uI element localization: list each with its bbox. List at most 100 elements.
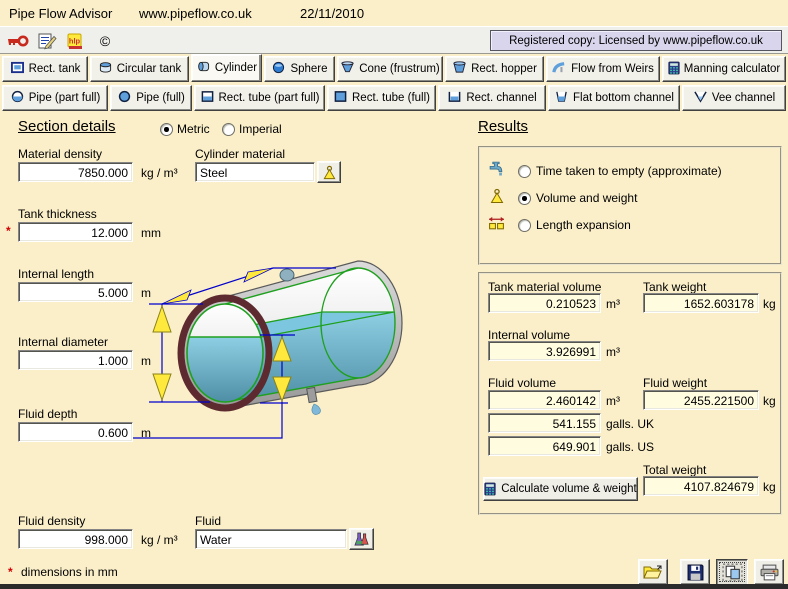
copyright-icon[interactable]: © <box>92 31 118 51</box>
rect-tank-icon <box>10 61 25 77</box>
fluid-density-input[interactable]: 998.000 <box>18 529 133 549</box>
metric-label: Metric <box>177 122 210 136</box>
internal-volume-label: Internal volume <box>488 328 570 342</box>
copy-icon <box>722 563 743 582</box>
tab-label: Pipe (full) <box>136 92 185 104</box>
tab-label: Manning calculator <box>684 63 781 75</box>
print-button[interactable] <box>754 559 784 585</box>
fluid-picker-button[interactable] <box>349 528 374 550</box>
rect-tube-full-icon <box>333 90 348 106</box>
results-heading: Results <box>478 118 528 135</box>
fluid-volume-us-unit: galls. US <box>606 440 654 454</box>
tab-manning-calculator[interactable]: Manning calculator <box>662 56 786 82</box>
tab-rect-tank[interactable]: Rect. tank <box>2 56 88 82</box>
tab-label: Vee channel <box>712 92 775 104</box>
tab-pipe-part-full[interactable]: Pipe (part full) <box>2 85 108 111</box>
svg-text:hlp: hlp <box>69 36 81 45</box>
tab-rect-channel[interactable]: Rect. channel <box>438 85 546 111</box>
tab-circular-tank[interactable]: Circular tank <box>90 56 189 82</box>
flask-icon <box>353 532 370 547</box>
cylinder-tank-diagram <box>90 258 470 458</box>
tab-label: Pipe (part full) <box>29 92 101 104</box>
total-weight-value: 4107.824679 <box>643 476 759 496</box>
help-icon[interactable]: hlp <box>62 31 88 51</box>
tab-label: Cone (frustrum) <box>359 63 440 75</box>
internal-volume-value: 3.926991 <box>488 341 601 361</box>
open-file-icon <box>643 564 663 580</box>
tab-rect-hopper[interactable]: Rect. hopper <box>445 56 544 82</box>
calculate-button[interactable]: Calculate volume & weight <box>483 477 638 501</box>
fluid-volume-value: 2.460142 <box>488 390 601 410</box>
circular-tank-icon <box>98 61 113 77</box>
calculator-icon <box>668 61 680 78</box>
tank-thickness-input[interactable]: 12.000 <box>18 222 133 242</box>
tank-weight-label: Tank weight <box>643 280 706 294</box>
material-density-input[interactable]: 7850.000 <box>18 162 133 182</box>
tab-pipe-full[interactable]: Pipe (full) <box>110 85 192 111</box>
tap-icon <box>488 160 505 180</box>
fluid-volume-us-value: 649.901 <box>488 436 601 456</box>
fluid-volume-label: Fluid volume <box>488 376 556 390</box>
hopper-icon <box>452 61 467 77</box>
rect-tube-part-full-icon <box>200 90 215 106</box>
copy-button[interactable] <box>716 559 748 585</box>
expansion-icon <box>488 215 505 235</box>
tab-label: Flow from Weirs <box>571 63 654 75</box>
fluid-weight-value: 2455.221500 <box>643 390 759 410</box>
material-density-unit: kg / m³ <box>141 166 178 180</box>
imperial-radio[interactable] <box>222 123 235 136</box>
tab-cylinder[interactable]: Cylinder <box>191 54 262 82</box>
tab-rect-tube-full[interactable]: Rect. tube (full) <box>327 85 436 111</box>
top-toolbar: hlp © Registered copy: Licensed by www.p… <box>0 26 788 54</box>
flat-bottom-channel-icon <box>554 90 569 106</box>
tab-label: Rect. hopper <box>471 63 537 75</box>
volume-and-weight-radio[interactable] <box>518 192 531 205</box>
tab-cone-frustrum[interactable]: Cone (frustrum) <box>337 56 443 82</box>
volume-and-weight-label: Volume and weight <box>536 191 637 205</box>
app-url: www.pipeflow.co.uk <box>139 6 252 21</box>
pipe-full-icon <box>117 90 132 106</box>
sphere-icon <box>271 61 286 77</box>
fluid-density-unit: kg / m³ <box>141 533 178 547</box>
internal-volume-unit: m³ <box>606 345 620 359</box>
title-bar: Pipe Flow Advisor www.pipeflow.co.uk 22/… <box>0 0 788 26</box>
tab-label: Rect. channel <box>466 92 536 104</box>
rect-channel-icon <box>447 90 462 106</box>
pipe-flow-advisor-window: Pipe Flow Advisor www.pipeflow.co.uk 22/… <box>0 0 788 589</box>
notes-icon[interactable] <box>34 31 60 51</box>
tab-vee-channel[interactable]: Vee channel <box>682 85 786 111</box>
app-title: Pipe Flow Advisor <box>9 6 112 21</box>
registered-copy-banner: Registered copy: Licensed by www.pipeflo… <box>490 30 782 51</box>
tab-rect-tube-part-full[interactable]: Rect. tube (part full) <box>194 85 325 111</box>
cone-icon <box>340 61 355 77</box>
time-to-empty-radio[interactable] <box>518 165 531 178</box>
tank-material-volume-label: Tank material volume <box>488 280 601 294</box>
tank-weight-unit: kg <box>763 297 776 311</box>
window-bottom-edge <box>0 584 788 589</box>
tab-sphere[interactable]: Sphere <box>264 56 335 82</box>
material-picker-button[interactable] <box>317 161 341 183</box>
fluid-density-label: Fluid density <box>18 514 85 528</box>
fluid-volume-unit: m³ <box>606 394 620 408</box>
internal-length-label: Internal length <box>18 267 94 281</box>
tab-flow-from-weirs[interactable]: Flow from Weirs <box>546 56 660 82</box>
metric-radio[interactable] <box>160 123 173 136</box>
fluid-volume-uk-value: 541.155 <box>488 413 601 433</box>
fluid-weight-label: Fluid weight <box>643 376 707 390</box>
open-file-button[interactable] <box>638 559 668 585</box>
tab-label: Rect. tube (full) <box>352 92 430 104</box>
total-weight-label: Total weight <box>643 463 706 477</box>
fluid-depth-label: Fluid depth <box>18 407 77 421</box>
weir-icon <box>552 61 567 77</box>
calculator-icon <box>484 482 496 496</box>
fluid-input[interactable]: Water <box>195 529 347 549</box>
calculate-button-label: Calculate volume & weight <box>501 483 637 495</box>
cylinder-material-input[interactable]: Steel <box>195 162 315 182</box>
key-icon[interactable] <box>5 31 31 51</box>
vee-channel-icon <box>693 90 708 106</box>
tab-label: Rect. tank <box>29 63 81 75</box>
tab-label: Circular tank <box>117 63 182 75</box>
length-expansion-radio[interactable] <box>518 219 531 232</box>
save-button[interactable] <box>680 559 710 585</box>
tab-flat-bottom-channel[interactable]: Flat bottom channel <box>548 85 680 111</box>
